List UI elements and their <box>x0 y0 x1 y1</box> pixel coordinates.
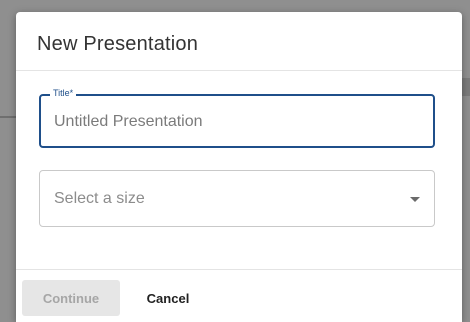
dialog-header: New Presentation <box>16 12 462 71</box>
title-field[interactable]: Title* Untitled Presentation <box>39 88 435 148</box>
title-field-label: Title* <box>50 88 77 98</box>
continue-button[interactable]: Continue <box>22 280 120 316</box>
size-select[interactable]: Select a size <box>39 170 435 227</box>
title-input[interactable]: Untitled Presentation <box>54 113 203 131</box>
size-select-placeholder: Select a size <box>54 190 145 207</box>
chevron-down-icon[interactable] <box>410 197 420 202</box>
backdrop-divider <box>462 78 470 96</box>
backdrop-divider <box>0 116 16 118</box>
dialog-footer: Continue Cancel <box>16 269 462 322</box>
cancel-button[interactable]: Cancel <box>128 280 208 316</box>
dialog-title: New Presentation <box>37 33 199 55</box>
new-presentation-dialog: New Presentation Title* Untitled Present… <box>16 12 462 322</box>
